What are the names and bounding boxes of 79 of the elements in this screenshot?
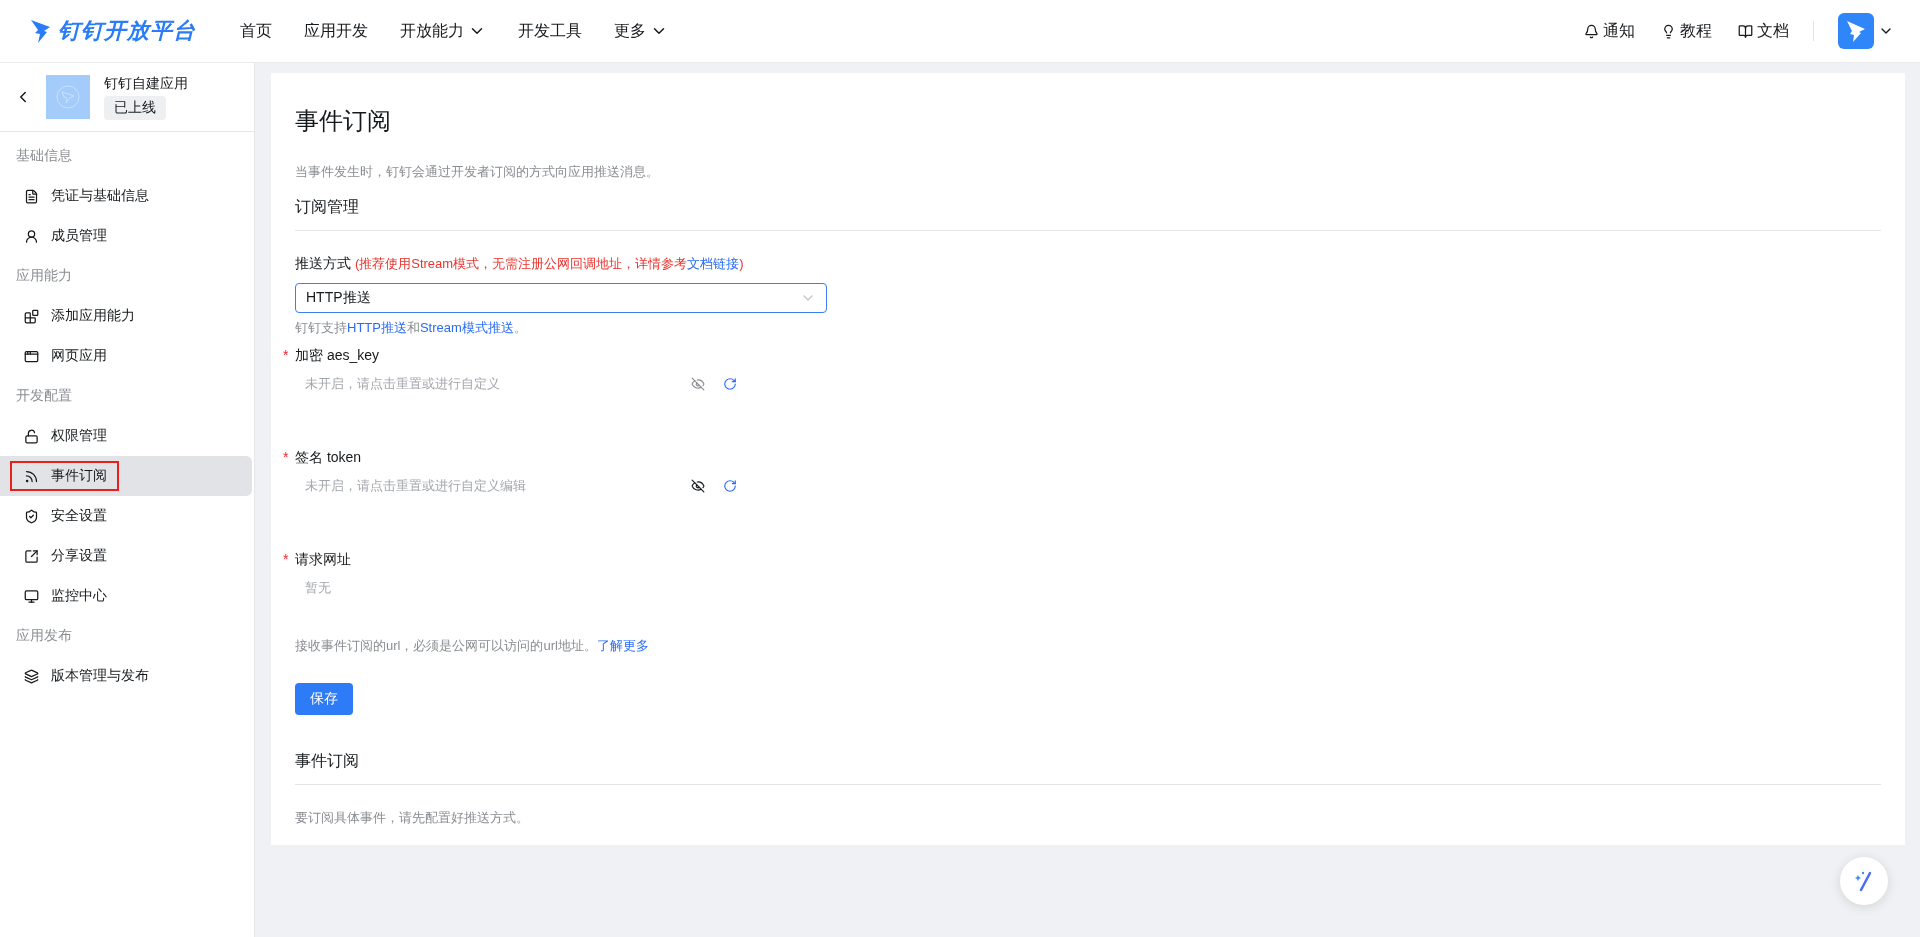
section-title: 订阅管理 <box>295 197 1881 231</box>
eye-off-icon[interactable] <box>691 479 705 493</box>
required-mark: * <box>283 347 289 363</box>
header-link[interactable]: 文档 <box>1738 20 1789 42</box>
sidebar-label: 分享设置 <box>51 547 107 565</box>
refresh-icon[interactable] <box>723 377 737 391</box>
section-title: 事件订阅 <box>295 751 1881 785</box>
grid-plus-icon <box>24 308 39 324</box>
app-avatar-icon[interactable] <box>1838 13 1874 49</box>
book-icon <box>1738 23 1753 39</box>
recommendation-note: (推荐使用Stream模式，无需注册公网回调地址，详情参考文档链接) <box>354 256 744 271</box>
monitor-icon <box>24 588 39 604</box>
text-link[interactable]: 文档链接 <box>687 256 740 271</box>
app-icon <box>46 75 90 119</box>
sidebar-item[interactable]: 成员管理 <box>0 216 252 256</box>
sidebar-label: 安全设置 <box>51 507 107 525</box>
app-name: 钉钉自建应用 <box>104 74 188 93</box>
magic-wand-button[interactable] <box>1840 857 1888 905</box>
nav-link[interactable]: 开放能力 <box>384 20 502 42</box>
external-link-icon <box>24 548 39 564</box>
field-label: 签名 token <box>295 449 362 465</box>
sidebar-item[interactable]: 凭证与基础信息 <box>0 176 252 216</box>
field-label: 加密 aes_key <box>295 347 380 363</box>
sidebar-item[interactable]: 网页应用 <box>0 336 252 376</box>
sidebar-item[interactable]: 事件订阅 <box>0 456 252 496</box>
help-text: 接收事件订阅的url，必须是公网可以访问的url地址。了解更多 <box>295 637 650 655</box>
learn-more-link[interactable]: 了解更多 <box>596 638 649 653</box>
text-link[interactable]: Stream模式推送 <box>419 320 514 335</box>
required-mark: * <box>283 551 289 567</box>
push-mode-select[interactable]: HTTP推送 <box>295 283 827 313</box>
layers-icon <box>24 668 39 684</box>
sidebar-item[interactable]: 权限管理 <box>0 416 252 456</box>
sidebar-item[interactable]: 版本管理与发布 <box>0 656 252 696</box>
sidebar-label: 版本管理与发布 <box>51 667 149 685</box>
sidebar-item[interactable]: 添加应用能力 <box>0 296 252 336</box>
field-label: 推送方式 <box>295 255 351 271</box>
save-button[interactable]: 保存 <box>295 683 353 715</box>
header-link[interactable]: 教程 <box>1661 20 1712 42</box>
nav-link[interactable]: 应用开发 <box>288 20 384 42</box>
sidebar-item[interactable]: 分享设置 <box>0 536 252 576</box>
nav-link[interactable]: 首页 <box>224 20 288 42</box>
wing-logo-icon <box>30 18 52 44</box>
field-value: 未开启，请点击重置或进行自定义编辑 <box>305 477 527 495</box>
text-link[interactable]: HTTP推送 <box>347 320 407 335</box>
page-title: 事件订阅 <box>295 106 392 136</box>
rss-icon <box>24 468 39 484</box>
window-icon <box>24 348 39 364</box>
header-link[interactable]: 通知 <box>1584 20 1635 42</box>
refresh-icon[interactable] <box>723 479 737 493</box>
field-value: 暂无 <box>304 579 332 597</box>
sidebar-label: 事件订阅 <box>51 467 107 485</box>
logo-text[interactable]: 钉钉开放平台 <box>58 16 196 46</box>
shield-icon <box>24 508 39 524</box>
user-icon <box>24 228 39 244</box>
group-title: 基础信息 <box>15 146 73 165</box>
sidebar-label: 网页应用 <box>51 347 107 365</box>
card-icon <box>24 188 39 204</box>
info-text: 要订阅具体事件，请先配置好推送方式。 <box>295 809 530 827</box>
field-label: 请求网址 <box>295 551 351 567</box>
status-badge: 已上线 <box>104 95 166 120</box>
sidebar-label: 监控中心 <box>51 587 107 605</box>
lightbulb-icon <box>1661 23 1676 39</box>
group-title: 应用发布 <box>15 626 73 645</box>
page-description: 当事件发生时，钉钉会通过开发者订阅的方式向应用推送消息。 <box>295 163 660 181</box>
sidebar-label: 添加应用能力 <box>51 307 135 325</box>
field-value: 未开启，请点击重置或进行自定义 <box>305 375 501 393</box>
unlock-icon <box>24 428 39 444</box>
group-title: 应用能力 <box>15 266 73 285</box>
required-mark: * <box>283 449 289 465</box>
bell-icon <box>1584 23 1599 39</box>
nav-link[interactable]: 更多 <box>598 20 684 42</box>
group-title: 开发配置 <box>15 386 73 405</box>
sidebar-item[interactable]: 监控中心 <box>0 576 252 616</box>
nav-link[interactable]: 开发工具 <box>502 20 598 42</box>
sidebar-label: 凭证与基础信息 <box>51 187 149 205</box>
sidebar-label: 权限管理 <box>51 427 107 445</box>
sidebar-label: 成员管理 <box>51 227 107 245</box>
sidebar-item[interactable]: 安全设置 <box>0 496 252 536</box>
help-text: 钉钉支持HTTP推送和Stream模式推送。 <box>295 319 528 337</box>
